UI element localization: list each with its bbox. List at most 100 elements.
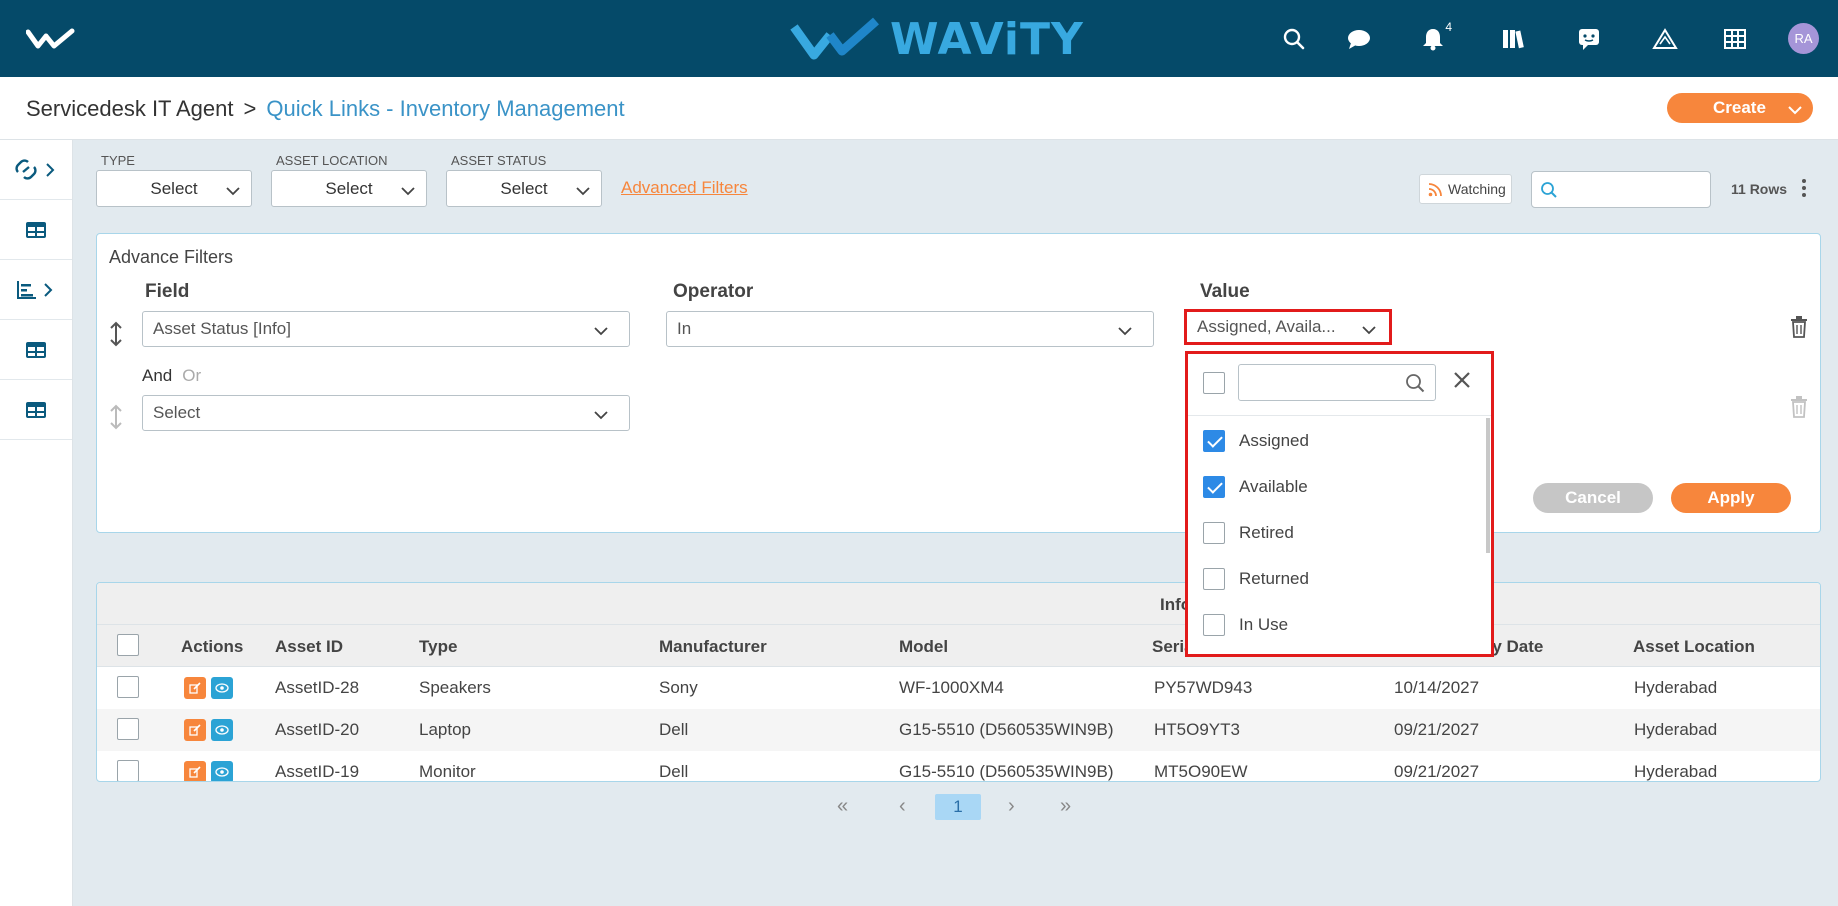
cell-serial: MT5O90EW — [1154, 762, 1248, 781]
and-option[interactable]: And — [142, 366, 172, 385]
cell-expiry-date: 09/21/2027 — [1394, 762, 1480, 781]
cell-model: G15-5510 (D560535WIN9B) — [899, 762, 1114, 781]
rail-item-table-2[interactable] — [0, 320, 72, 380]
rule-1-operator-value: In — [677, 319, 692, 338]
edit-icon[interactable] — [184, 761, 206, 781]
type-filter-select[interactable]: Select — [96, 170, 252, 207]
select-all-checkbox[interactable] — [117, 634, 139, 661]
rail-item-links[interactable] — [0, 140, 72, 200]
feedback-icon[interactable] — [1574, 24, 1604, 54]
table-row[interactable]: AssetID-20 Laptop Dell G15-5510 (D560535… — [97, 709, 1820, 751]
grid-apps-icon[interactable] — [1720, 24, 1750, 54]
watching-button[interactable]: Watching — [1419, 174, 1512, 204]
breadcrumb-separator: > — [243, 96, 257, 121]
chat-icon[interactable] — [1344, 24, 1374, 54]
brand-name: WAViTY — [890, 14, 1084, 65]
close-icon[interactable] — [1453, 371, 1471, 394]
cell-serial: PY57WD943 — [1154, 678, 1253, 697]
option-label: Assigned — [1239, 431, 1309, 450]
breadcrumb-root[interactable]: Servicedesk IT Agent — [26, 96, 234, 121]
rail-item-table-3[interactable] — [0, 380, 72, 440]
advance-filters-panel: Advance Filters Field Operator Value Ass… — [96, 233, 1821, 533]
watching-label: Watching — [1448, 181, 1506, 197]
view-eye-icon[interactable] — [211, 677, 233, 699]
cancel-button[interactable]: Cancel — [1533, 483, 1653, 513]
edit-icon[interactable] — [184, 719, 206, 741]
dropdown-search-input[interactable] — [1238, 364, 1436, 401]
option-in-use[interactable]: In Use — [1188, 602, 1491, 648]
drag-handle-icon[interactable] — [109, 404, 123, 435]
create-button-label: Create — [1713, 98, 1766, 117]
option-returned[interactable]: Returned — [1188, 556, 1491, 602]
view-eye-icon[interactable] — [211, 719, 233, 741]
rule-1-field-select[interactable]: Asset Status [Info] — [142, 311, 630, 347]
chevron-down-icon — [225, 182, 241, 202]
bell-icon[interactable]: 4 — [1418, 20, 1452, 54]
option-assigned[interactable]: Assigned — [1188, 418, 1491, 464]
option-retired[interactable]: Retired — [1188, 510, 1491, 556]
column-header-asset-location[interactable]: Asset Location — [1633, 637, 1755, 657]
chevron-down-icon — [593, 322, 609, 342]
home-logo-icon[interactable] — [25, 28, 76, 55]
option-available[interactable]: Available — [1188, 464, 1491, 510]
library-icon[interactable] — [1498, 24, 1528, 54]
rule-2-field-select[interactable]: Select — [142, 395, 630, 431]
rule-1-value-select[interactable]: Assigned, Availa... — [1184, 309, 1392, 345]
chevron-down-icon — [593, 406, 609, 426]
drag-handle-icon[interactable] — [109, 321, 123, 352]
rule-1-operator-select[interactable]: In — [666, 311, 1154, 347]
trash-icon[interactable] — [1790, 316, 1808, 343]
type-filter-label: TYPE — [101, 153, 135, 168]
prev-page-button[interactable]: ‹ — [899, 795, 906, 818]
chevron-down-icon[interactable] — [1787, 101, 1803, 121]
advanced-filters-link[interactable]: Advanced Filters — [621, 178, 748, 198]
rail-item-table-1[interactable] — [0, 200, 72, 260]
column-header-model[interactable]: Model — [899, 637, 948, 657]
option-checkbox[interactable] — [1203, 568, 1225, 590]
edit-icon[interactable] — [184, 677, 206, 699]
current-page[interactable]: 1 — [935, 794, 981, 820]
rule-1-value-text: Assigned, Availa... — [1197, 317, 1336, 336]
column-header-asset-id[interactable]: Asset ID — [275, 637, 343, 657]
location-filter-value: Select — [325, 178, 373, 198]
rule-1-field-value: Asset Status [Info] — [153, 319, 291, 338]
last-page-button[interactable]: » — [1060, 795, 1071, 818]
next-page-button[interactable]: › — [1008, 795, 1015, 818]
option-checkbox[interactable] — [1203, 476, 1225, 498]
type-filter-value: Select — [150, 178, 198, 198]
view-eye-icon[interactable] — [211, 761, 233, 781]
location-filter-select[interactable]: Select — [271, 170, 427, 207]
option-checkbox[interactable] — [1203, 614, 1225, 636]
column-header-manufacturer[interactable]: Manufacturer — [659, 637, 767, 657]
rail-item-reports[interactable] — [0, 260, 72, 320]
kebab-menu-icon[interactable] — [1801, 178, 1807, 203]
row-checkbox[interactable] — [117, 760, 139, 781]
or-option[interactable]: Or — [182, 366, 201, 385]
column-header-type[interactable]: Type — [419, 637, 457, 657]
row-checkbox[interactable] — [117, 718, 139, 745]
search-icon[interactable] — [1279, 24, 1309, 54]
status-filter-label: ASSET STATUS — [451, 153, 547, 168]
trash-icon[interactable] — [1790, 396, 1808, 423]
option-checkbox[interactable] — [1203, 430, 1225, 452]
table-row[interactable]: AssetID-28 Speakers Sony WF-1000XM4 PY57… — [97, 667, 1820, 709]
option-label: Returned — [1239, 569, 1309, 588]
breadcrumb-current[interactable]: Quick Links - Inventory Management — [266, 96, 624, 121]
option-checkbox[interactable] — [1203, 522, 1225, 544]
row-checkbox[interactable] — [117, 676, 139, 703]
cell-asset-id: AssetID-20 — [275, 720, 360, 739]
apply-button[interactable]: Apply — [1671, 483, 1791, 513]
rows-count: 11 Rows — [1731, 181, 1788, 197]
rule-2-field-value: Select — [153, 403, 201, 422]
avatar[interactable]: RA — [1788, 23, 1819, 54]
dropdown-scrollbar[interactable] — [1486, 418, 1490, 553]
table-row[interactable]: AssetID-19 Monitor Dell G15-5510 (D56053… — [97, 751, 1820, 781]
first-page-button[interactable]: « — [837, 795, 848, 818]
alert-triangle-icon[interactable] — [1650, 24, 1680, 54]
create-button[interactable]: Create — [1667, 93, 1813, 123]
cell-asset-location: Hyderabad — [1634, 762, 1718, 781]
select-all-options-checkbox[interactable] — [1203, 372, 1225, 399]
table-search-input[interactable] — [1531, 171, 1711, 208]
status-filter-select[interactable]: Select — [446, 170, 602, 207]
table-icon — [26, 341, 46, 358]
